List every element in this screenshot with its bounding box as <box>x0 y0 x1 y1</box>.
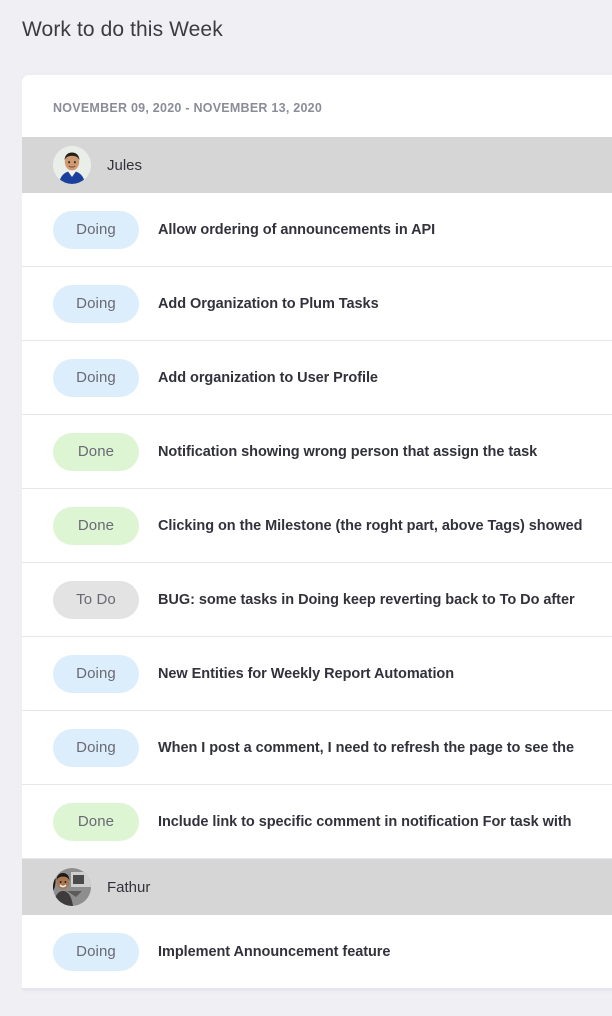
weekly-work-card: NOVEMBER 09, 2020 - NOVEMBER 13, 2020 Ju… <box>22 75 612 989</box>
assignee-groups: Jules Doing Allow ordering of announcement… <box>22 137 612 989</box>
status-badge[interactable]: Done <box>53 802 139 841</box>
assignee-name: Fathur <box>107 878 151 896</box>
task-title[interactable]: Clicking on the Milestone (the roght par… <box>158 518 583 534</box>
task-row[interactable]: Done Include link to specific comment in … <box>22 785 612 859</box>
weekly-work-page: Work to do this Week NOVEMBER 09, 2020 -… <box>0 0 612 1016</box>
task-title[interactable]: Include link to specific comment in noti… <box>158 814 571 830</box>
task-row[interactable]: Doing When I post a comment, I need to re… <box>22 711 612 785</box>
task-row[interactable]: Doing New Entities for Weekly Report Auto… <box>22 637 612 711</box>
task-title[interactable]: Notification showing wrong person that a… <box>158 444 537 460</box>
task-title[interactable]: BUG: some tasks in Doing keep reverting … <box>158 592 575 608</box>
status-badge[interactable]: Done <box>53 506 139 545</box>
task-title[interactable]: When I post a comment, I need to refresh… <box>158 740 574 756</box>
status-badge[interactable]: Doing <box>53 728 139 767</box>
left-gutter <box>0 0 22 1016</box>
assignee-name: Jules <box>107 156 143 174</box>
task-row[interactable]: Doing Add organization to User Profile <box>22 341 612 415</box>
task-row[interactable]: Done Notification showing wrong person th… <box>22 415 612 489</box>
task-title[interactable]: Add Organization to Plum Tasks <box>158 296 379 312</box>
task-row[interactable]: Done Clicking on the Milestone (the roght… <box>22 489 612 563</box>
task-row[interactable]: To Do BUG: some tasks in Doing keep rever… <box>22 563 612 637</box>
user-avatar-jules-icon <box>53 146 91 184</box>
status-badge[interactable]: Doing <box>53 284 139 323</box>
task-title[interactable]: Allow ordering of announcements in API <box>158 222 435 238</box>
task-title[interactable]: New Entities for Weekly Report Automatio… <box>158 666 454 682</box>
task-row[interactable]: Doing Allow ordering of announcements in … <box>22 193 612 267</box>
assignee-header-row[interactable]: Fathur <box>22 859 612 915</box>
status-badge[interactable]: Done <box>53 432 139 471</box>
date-range-label: NOVEMBER 09, 2020 - NOVEMBER 13, 2020 <box>53 101 323 115</box>
status-badge[interactable]: Doing <box>53 210 139 249</box>
status-badge[interactable]: Doing <box>53 654 139 693</box>
assignee-header-row[interactable]: Jules <box>22 137 612 193</box>
task-row[interactable]: Doing Implement Announcement feature <box>22 915 612 989</box>
status-badge[interactable]: To Do <box>53 580 139 619</box>
user-avatar-fathur-icon <box>53 868 91 906</box>
status-badge[interactable]: Doing <box>53 932 139 971</box>
status-badge[interactable]: Doing <box>53 358 139 397</box>
task-title[interactable]: Add organization to User Profile <box>158 370 378 386</box>
task-row[interactable]: Doing Add Organization to Plum Tasks <box>22 267 612 341</box>
page-title: Work to do this Week <box>22 18 223 41</box>
task-title[interactable]: Implement Announcement feature <box>158 944 390 960</box>
